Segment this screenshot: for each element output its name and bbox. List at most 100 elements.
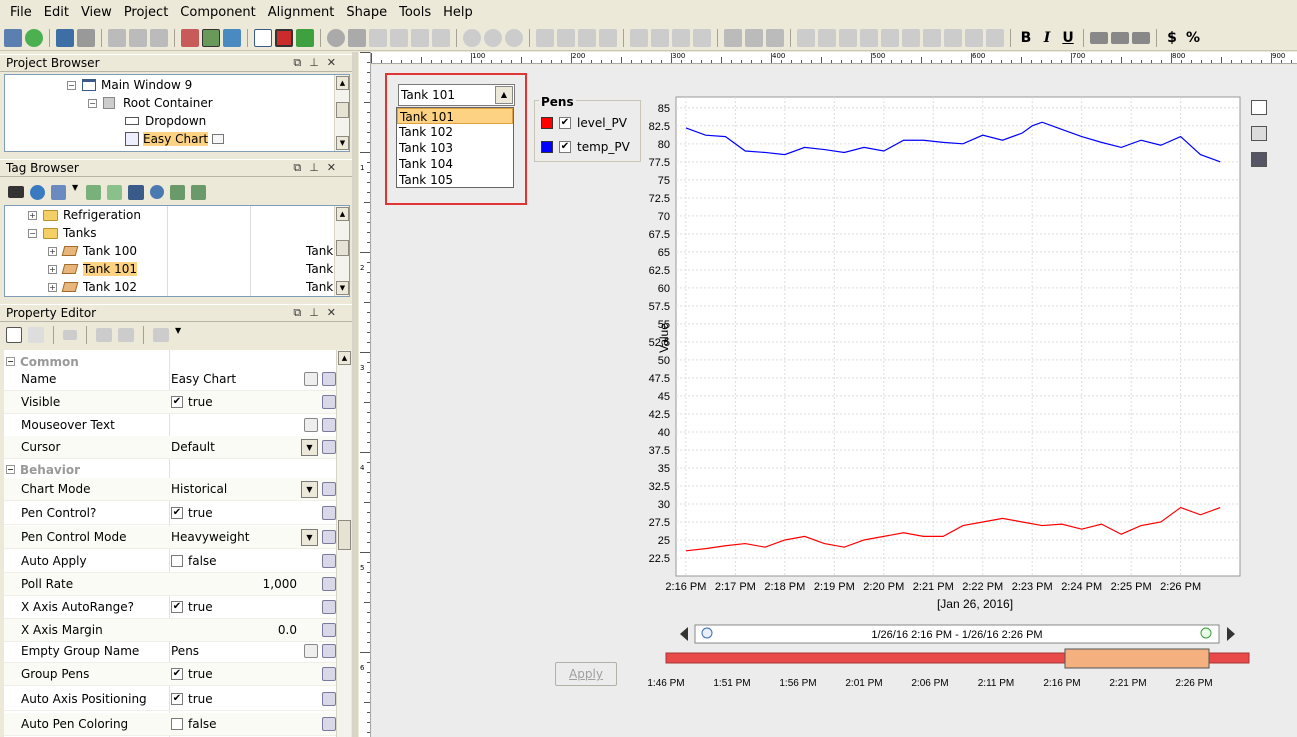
lock-icon[interactable] <box>348 28 366 47</box>
scroll-up-icon[interactable]: ▲ <box>336 207 349 221</box>
property-value[interactable]: Default <box>171 440 215 454</box>
property-row[interactable]: X Axis Margin 0.0 <box>4 619 337 642</box>
binding-icon[interactable] <box>322 440 336 454</box>
binding-icon[interactable] <box>322 506 336 520</box>
property-value-cell[interactable]: 1,000 <box>263 577 297 591</box>
bold-button[interactable]: B <box>1017 30 1035 46</box>
menu-file[interactable]: File <box>4 5 38 20</box>
add-tag-icon[interactable] <box>86 184 101 200</box>
binding-icon[interactable] <box>322 623 336 637</box>
property-value-cell[interactable]: Pens <box>171 644 199 658</box>
text-align-right-icon[interactable] <box>1132 31 1150 44</box>
property-value[interactable]: true <box>188 395 213 409</box>
layer3-icon[interactable] <box>578 28 596 47</box>
dropdown-option[interactable]: Tank 101 <box>397 108 513 124</box>
binding-icon[interactable] <box>322 600 336 614</box>
menu-help[interactable]: Help <box>437 5 479 20</box>
property-row[interactable]: Pen Control? ✔ true <box>4 502 337 525</box>
binding-icon[interactable] <box>322 482 336 496</box>
property-row[interactable]: Empty Group Name Pens <box>4 640 337 663</box>
opc-icon[interactable] <box>128 184 144 200</box>
tree-item-dropdown[interactable]: Dropdown <box>125 112 206 130</box>
redo-icon[interactable] <box>77 28 95 47</box>
panel-controls[interactable]: ⧉⊥✕ <box>293 161 344 175</box>
distribute4-icon[interactable] <box>986 28 1004 47</box>
distribute-icon[interactable] <box>923 28 941 47</box>
binding-icon[interactable] <box>322 692 336 706</box>
property-value[interactable]: true <box>188 506 213 520</box>
tree-item-main-window[interactable]: − Main Window 9 <box>67 76 192 94</box>
binding-icon[interactable] <box>322 717 336 731</box>
tag-item-tank-100[interactable]: + Tank 100 <box>48 242 137 260</box>
pen-checkbox[interactable]: ✔ <box>559 141 571 153</box>
tag-item-tank-102[interactable]: + Tank 102 <box>48 278 137 296</box>
scroll-thumb[interactable] <box>336 240 349 256</box>
binoculars-icon[interactable] <box>8 186 24 198</box>
tree-item-root-container[interactable]: − Root Container <box>88 94 213 112</box>
customizers-icon[interactable] <box>63 330 77 340</box>
property-row[interactable]: Auto Axis Positioning ✔ true <box>4 688 337 711</box>
panel-controls[interactable]: ⧉⊥✕ <box>293 306 344 320</box>
component-icon[interactable] <box>296 28 314 47</box>
expand-all-icon[interactable] <box>96 328 112 342</box>
property-value[interactable]: Pens <box>171 644 199 658</box>
clock-icon[interactable] <box>150 185 164 199</box>
copy-icon[interactable] <box>129 28 147 47</box>
property-value[interactable]: 1,000 <box>263 577 297 591</box>
property-value[interactable]: Heavyweight <box>171 530 249 544</box>
subtract-icon[interactable] <box>745 28 763 47</box>
tag-item-tanks[interactable]: − Tanks <box>28 224 97 242</box>
property-scrollbar[interactable]: ▲ <box>336 350 351 737</box>
window-icon[interactable] <box>254 28 272 47</box>
menu-project[interactable]: Project <box>118 5 174 20</box>
intersect-icon[interactable] <box>766 28 784 47</box>
sort-az-icon[interactable] <box>28 327 44 343</box>
import-icon[interactable] <box>170 184 185 200</box>
dropdown-option[interactable]: Tank 104 <box>397 156 513 172</box>
zoom-fit-icon[interactable] <box>1251 100 1267 115</box>
zoom-in-icon[interactable] <box>505 28 523 47</box>
splitter[interactable] <box>352 52 358 737</box>
layer-icon[interactable] <box>536 28 554 47</box>
property-row[interactable]: Auto Pen Coloring false <box>4 713 337 736</box>
property-checkbox[interactable]: ✔ <box>171 507 183 519</box>
property-value[interactable]: Easy Chart <box>171 372 236 386</box>
italic-button[interactable]: I <box>1038 30 1056 46</box>
property-value-cell[interactable]: ✔ true <box>171 506 213 520</box>
chevron-down-icon[interactable]: ▼ <box>301 528 318 546</box>
dropdown-option[interactable]: Tank 102 <box>397 124 513 140</box>
property-row[interactable]: Cursor Default ▼ <box>4 436 337 459</box>
distribute2-icon[interactable] <box>944 28 962 47</box>
menu-component[interactable]: Component <box>174 5 261 20</box>
expand-icon[interactable]: + <box>48 282 57 292</box>
property-value[interactable]: true <box>188 692 213 706</box>
ungroup-icon[interactable] <box>390 28 408 47</box>
record-icon[interactable] <box>275 28 293 47</box>
edit-text-icon[interactable] <box>304 418 318 432</box>
union-icon[interactable] <box>724 28 742 47</box>
shape2-icon[interactable] <box>651 28 669 47</box>
property-value[interactable]: true <box>188 667 213 681</box>
property-value[interactable]: true <box>188 600 213 614</box>
scroll-thumb[interactable] <box>338 520 351 550</box>
dropdown-option[interactable]: Tank 103 <box>397 140 513 156</box>
property-value-cell[interactable]: Default <box>171 440 215 454</box>
project-browser-scrollbar[interactable]: ▲ ▼ <box>334 75 349 151</box>
binding-icon[interactable] <box>322 395 336 409</box>
scroll-thumb[interactable] <box>336 102 349 118</box>
refresh-icon[interactable] <box>25 28 43 47</box>
dropdown-arrow-icon[interactable]: ▼ <box>175 326 185 344</box>
binding-icon[interactable] <box>322 372 336 386</box>
cut-icon[interactable] <box>108 28 126 47</box>
layer2-icon[interactable] <box>557 28 575 47</box>
scroll-up-icon[interactable]: ▲ <box>338 351 351 365</box>
binding-icon[interactable] <box>322 667 336 681</box>
property-value-cell[interactable]: ✔ true <box>171 667 213 681</box>
menu-tools[interactable]: Tools <box>393 5 437 20</box>
pen-item-level[interactable]: ✔ level_PV <box>541 116 627 130</box>
grid-icon[interactable] <box>51 184 66 200</box>
property-row[interactable]: Group Pens ✔ true <box>4 663 337 686</box>
chevron-down-icon[interactable]: ▼ <box>301 480 318 498</box>
align-left-icon[interactable] <box>797 28 815 47</box>
layer4-icon[interactable] <box>599 28 617 47</box>
